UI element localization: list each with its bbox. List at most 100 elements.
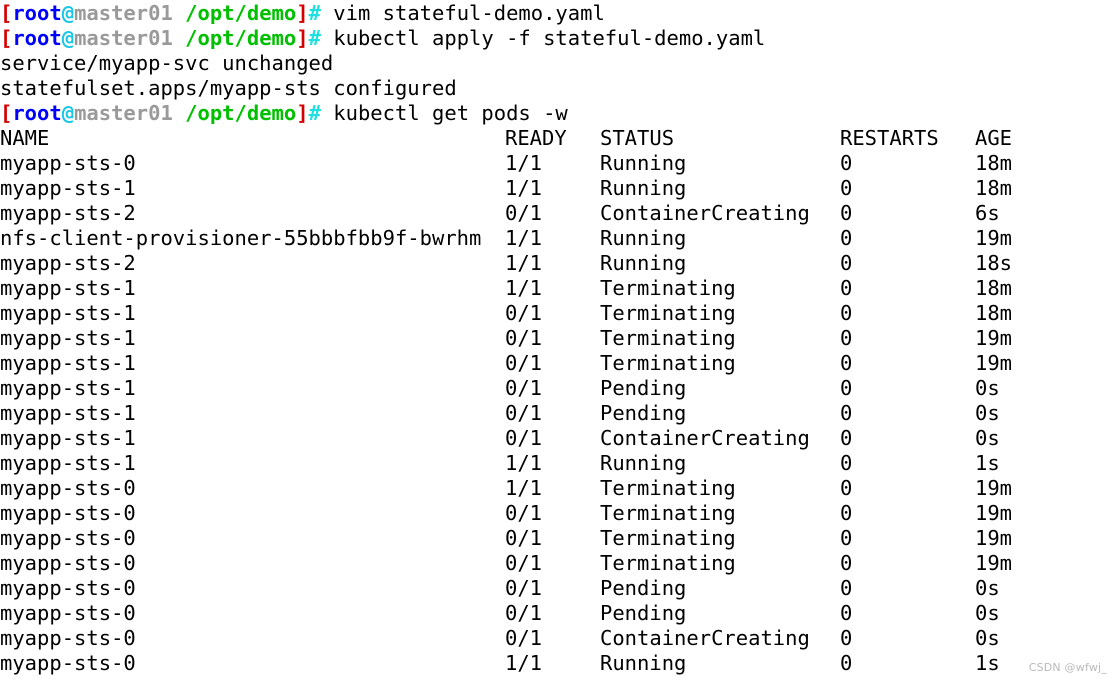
cell-restarts: 0 (840, 651, 853, 675)
cell-pod-name: myapp-sts-2 (0, 251, 136, 275)
cell-pod-name: myapp-sts-0 (0, 476, 136, 500)
cell-pod-name: myapp-sts-0 (0, 151, 136, 175)
cell-pod-name: nfs-client-provisioner-55bbbfbb9f-bwrhm (0, 226, 482, 250)
cell-restarts: 0 (840, 401, 853, 425)
cell-restarts: 0 (840, 226, 853, 250)
cell-restarts: 0 (840, 576, 853, 600)
cell-age: 1s (975, 451, 1000, 475)
cell-status: Terminating (600, 326, 736, 350)
cell-pod-name: myapp-sts-1 (0, 426, 136, 450)
cell-pod-name: myapp-sts-0 (0, 576, 136, 600)
prompt-user: root (12, 101, 62, 125)
cell-age: 0s (975, 626, 1000, 650)
prompt-hash: # (308, 101, 321, 125)
cell-restarts: 0 (840, 626, 853, 650)
cell-ready: 0/1 (505, 526, 543, 550)
cell-status: Terminating (600, 526, 736, 550)
cell-status: Terminating (600, 276, 736, 300)
table-row: myapp-sts-1 0/1 Pending 0 0s (0, 376, 1113, 401)
cell-restarts: 0 (840, 526, 853, 550)
terminal-window: [root@master01 /opt/demo]# vim stateful-… (0, 0, 1113, 679)
cell-ready: 0/1 (505, 201, 543, 225)
cell-age: 0s (975, 576, 1000, 600)
cell-ready: 1/1 (505, 476, 543, 500)
prompt-open-bracket: [ (0, 101, 13, 125)
cell-restarts: 0 (840, 326, 853, 350)
cell-status: Terminating (600, 351, 736, 375)
cell-status: Terminating (600, 301, 736, 325)
pod-table-body: myapp-sts-0 1/1 Running 0 18m myapp-sts-1 1/1 R… (0, 151, 1113, 676)
prompt-open-bracket: [ (0, 1, 13, 25)
cell-pod-name: myapp-sts-1 (0, 301, 136, 325)
watermark: CSDN @wfwj_ (1028, 661, 1107, 674)
cell-age: 19m (975, 551, 1013, 575)
cell-pod-name: myapp-sts-1 (0, 451, 136, 475)
cell-status: Running (600, 251, 687, 275)
table-row: myapp-sts-1 0/1 Terminating 0 19m (0, 326, 1113, 351)
table-row: myapp-sts-2 1/1 Running 0 18s (0, 251, 1113, 276)
prompt-path: /opt/demo (185, 26, 297, 50)
prompt-hash: # (308, 26, 321, 50)
table-row: myapp-sts-0 0/1 Terminating 0 19m (0, 551, 1113, 576)
cell-pod-name: myapp-sts-0 (0, 601, 136, 625)
cell-age: 0s (975, 426, 1000, 450)
cell-ready: 0/1 (505, 401, 543, 425)
cell-age: 19m (975, 501, 1013, 525)
cell-status: Running (600, 176, 687, 200)
prompt-open-bracket: [ (0, 26, 13, 50)
prompt-path: /opt/demo (185, 101, 297, 125)
column-header-ready: READY (505, 126, 567, 150)
cell-restarts: 0 (840, 476, 853, 500)
terminal-line-command-3: [root@master01 /opt/demo]# kubectl get p… (0, 101, 1113, 126)
table-row: myapp-sts-0 0/1 Pending 0 0s (0, 601, 1113, 626)
cell-pod-name: myapp-sts-1 (0, 401, 136, 425)
command-text-kubectl-apply: kubectl apply -f stateful-demo.yaml (320, 26, 766, 50)
cell-status: Terminating (600, 501, 736, 525)
cell-ready: 0/1 (505, 351, 543, 375)
cell-pod-name: myapp-sts-1 (0, 276, 136, 300)
column-header-name: NAME (0, 126, 50, 150)
table-row: myapp-sts-0 0/1 Terminating 0 19m (0, 526, 1113, 551)
cell-status: Running (600, 226, 687, 250)
cell-restarts: 0 (840, 601, 853, 625)
cell-status: ContainerCreating (600, 626, 810, 650)
prompt-user: root (12, 26, 62, 50)
cell-restarts: 0 (840, 176, 853, 200)
command-text-vim: vim stateful-demo.yaml (320, 1, 605, 25)
column-header-restarts: RESTARTS (840, 126, 939, 150)
output-line-service: service/myapp-svc unchanged (0, 51, 334, 75)
cell-status: ContainerCreating (600, 201, 810, 225)
table-row: myapp-sts-2 0/1 ContainerCreating 0 6s (0, 201, 1113, 226)
prompt-close-bracket: ] (296, 1, 309, 25)
cell-age: 18m (975, 276, 1013, 300)
table-row: myapp-sts-1 1/1 Running 0 18m (0, 176, 1113, 201)
cell-restarts: 0 (840, 501, 853, 525)
table-row: myapp-sts-0 1/1 Terminating 0 19m (0, 476, 1113, 501)
cell-restarts: 0 (840, 151, 853, 175)
cell-restarts: 0 (840, 376, 853, 400)
cell-ready: 1/1 (505, 651, 543, 675)
cell-age: 19m (975, 526, 1013, 550)
cell-ready: 0/1 (505, 426, 543, 450)
table-row: myapp-sts-1 1/1 Terminating 0 18m (0, 276, 1113, 301)
cell-ready: 0/1 (505, 501, 543, 525)
terminal-line-command-1: [root@master01 /opt/demo]# vim stateful-… (0, 0, 1113, 26)
table-row: myapp-sts-1 0/1 ContainerCreating 0 0s (0, 426, 1113, 451)
cell-age: 0s (975, 401, 1000, 425)
prompt-at-symbol: @ (61, 26, 75, 50)
column-header-status: STATUS (600, 126, 675, 150)
cell-age: 18m (975, 151, 1013, 175)
cell-ready: 0/1 (505, 626, 543, 650)
cell-ready: 0/1 (505, 601, 543, 625)
cell-age: 18s (975, 251, 1013, 275)
cell-status: Terminating (600, 551, 736, 575)
table-row: myapp-sts-0 0/1 Terminating 0 19m (0, 501, 1113, 526)
cell-pod-name: myapp-sts-1 (0, 376, 136, 400)
cell-age: 6s (975, 201, 1000, 225)
cell-status: ContainerCreating (600, 426, 810, 450)
column-header-age: AGE (975, 126, 1013, 150)
output-line-statefulset: statefulset.apps/myapp-sts configured (0, 76, 457, 100)
prompt-hostname: master01 (74, 26, 173, 50)
